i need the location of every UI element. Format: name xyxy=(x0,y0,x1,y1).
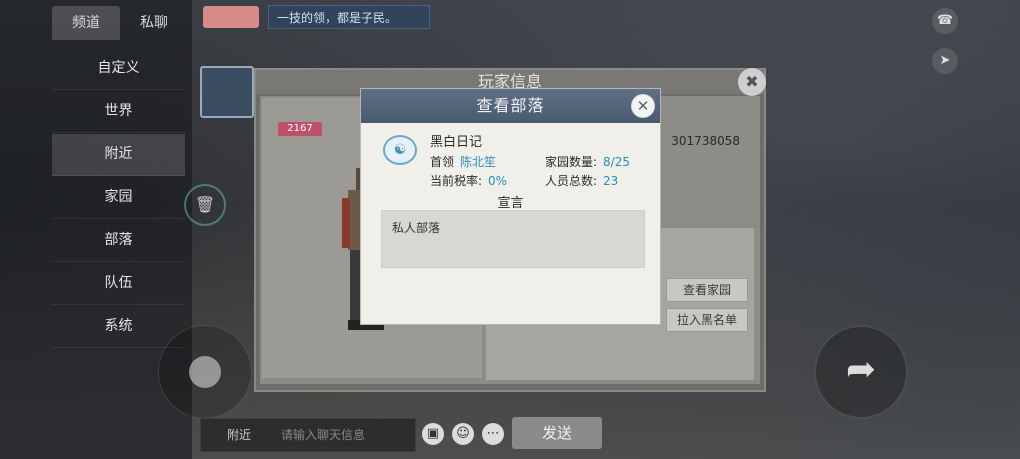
channel-list: 自定义 世界 附近 家园 部落 队伍 系统 xyxy=(52,48,185,349)
tribe-proclamation-box: 私人部落 xyxy=(381,210,645,268)
player-score-badge: 2167 xyxy=(278,122,322,136)
chat-message-bubble: 一技的领，都是子民。 xyxy=(268,5,430,29)
channel-item-custom[interactable]: 自定义 xyxy=(52,48,185,90)
close-icon[interactable]: ✖ xyxy=(738,68,766,96)
tribe-tax-label: 当前税率: xyxy=(430,174,483,188)
tribe-emblem-icon: ☯ xyxy=(383,135,417,165)
megaphone-icon[interactable]: ➤ xyxy=(932,48,958,74)
channel-item-world[interactable]: 世界 xyxy=(52,91,185,133)
tribe-member-row: 人员总数: 23 xyxy=(545,172,618,189)
movement-joystick[interactable] xyxy=(158,325,252,419)
channel-item-system[interactable]: 系统 xyxy=(52,306,185,348)
channel-item-team[interactable]: 队伍 xyxy=(52,263,185,305)
tribe-dialog: 查看部落 ✕ ☯ 黑白日记 首领 陈北笙 家园数量: 8/25 当前税率: 0% 人员… xyxy=(360,88,661,325)
share-icon[interactable]: ☎ xyxy=(932,8,958,34)
tribe-home-count-row: 家园数量: 8/25 xyxy=(545,153,630,170)
tribe-tax-value: 0% xyxy=(488,174,508,188)
tribe-leader-value[interactable]: 陈北笙 xyxy=(460,155,496,169)
tribe-member-value: 23 xyxy=(603,174,619,188)
joystick-knob[interactable] xyxy=(189,356,221,388)
tribe-proclamation-text: 私人部落 xyxy=(392,221,441,235)
tribe-tax-row: 当前税率: 0% xyxy=(430,172,507,189)
emoji-icon[interactable]: ☺ xyxy=(452,423,474,445)
close-icon[interactable]: ✕ xyxy=(632,95,654,117)
chat-sender-avatar[interactable] xyxy=(203,6,259,28)
channel-item-home[interactable]: 家园 xyxy=(52,177,185,219)
tribe-dialog-title: 查看部落 xyxy=(361,89,660,123)
tab-private[interactable]: 私聊 xyxy=(120,6,188,40)
channel-item-nearby[interactable]: 附近 xyxy=(52,134,185,176)
trash-icon[interactable]: 🗑 xyxy=(184,184,226,226)
tribe-home-count-value: 8/25 xyxy=(603,155,630,169)
tribe-home-count-label: 家园数量: xyxy=(545,155,598,169)
tribe-leader-row: 首领 陈北笙 xyxy=(430,153,496,170)
chat-input-channel[interactable]: 附近 xyxy=(227,419,251,451)
more-icon[interactable]: ⋯ xyxy=(482,423,504,445)
view-home-button[interactable]: 查看家园 xyxy=(666,278,748,302)
player-id: 301738058 xyxy=(671,134,740,148)
tab-channel[interactable]: 频道 xyxy=(52,6,120,40)
jump-icon[interactable]: ➦ xyxy=(814,325,908,419)
chat-tabs: 频道 私聊 xyxy=(52,6,188,40)
tribe-leader-label: 首领 xyxy=(430,155,455,169)
tribe-proclamation-title: 宣言 xyxy=(497,196,524,211)
tribe-member-label: 人员总数: xyxy=(545,174,598,188)
chat-input[interactable]: 附近 请输入聊天信息 xyxy=(200,418,416,452)
tribe-name: 黑白日记 xyxy=(430,135,483,150)
send-button[interactable]: 发送 xyxy=(512,417,602,449)
channel-item-tribe[interactable]: 部落 xyxy=(52,220,185,262)
voice-icon[interactable]: ▣ xyxy=(422,423,444,445)
blacklist-button[interactable]: 拉入黑名单 xyxy=(666,308,748,332)
chat-input-placeholder: 请输入聊天信息 xyxy=(281,428,366,442)
player-avatar-frame[interactable] xyxy=(200,66,254,118)
